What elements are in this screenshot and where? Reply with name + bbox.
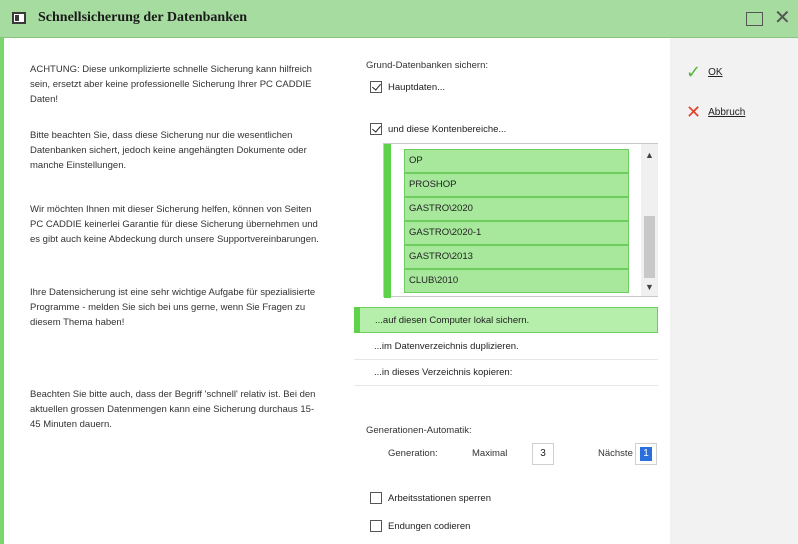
next-generation-value: 1 — [640, 447, 652, 461]
cancel-button[interactable]: ✕ Abbruch — [686, 102, 745, 123]
close-icon[interactable]: ✕ — [774, 7, 794, 27]
ok-button[interactable]: ✓ OK — [686, 62, 723, 83]
encode-extensions-checkbox[interactable] — [370, 520, 382, 532]
window-title: Schnellsicherung der Datenbanken — [38, 10, 247, 25]
cancel-icon: ✕ — [686, 102, 702, 123]
scroll-up-icon[interactable]: ▲ — [645, 150, 654, 160]
area-item-club-2010[interactable]: CLUB\2010 — [404, 269, 629, 293]
dest-duplicate[interactable]: ...im Datenverzeichnis duplizieren. — [354, 334, 658, 360]
kontenbereiche-checkbox[interactable] — [370, 123, 382, 135]
area-item-gastro-2013[interactable]: GASTRO\2013 — [404, 245, 629, 269]
generations-heading: Generationen-Automatik: — [366, 425, 472, 436]
info-scope: Bitte beachten Sie, dass diese Sicherung… — [30, 130, 307, 171]
hauptdaten-label: Hauptdaten... — [388, 81, 446, 93]
accent-bar — [0, 38, 4, 544]
info-warning: ACHTUNG: Diese unkomplizierte schnelle S… — [30, 64, 312, 105]
area-item-gastro-2020-1[interactable]: GASTRO\2020-1 — [404, 221, 629, 245]
area-item-gastro-2020[interactable]: GASTRO\2020 — [404, 197, 629, 221]
maximize-icon[interactable] — [744, 9, 764, 27]
encode-extensions-row[interactable]: Endungen codieren — [370, 520, 470, 532]
dest-local[interactable]: ...auf diesen Computer lokal sichern. — [354, 307, 658, 333]
window-icon — [12, 12, 26, 24]
area-item-proshop[interactable]: PROSHOP — [404, 173, 629, 197]
list-selection-marker — [384, 144, 391, 298]
next-generation-field[interactable]: 1 — [635, 443, 657, 465]
title-bar[interactable]: Schnellsicherung der Datenbanken ✕ — [0, 0, 798, 38]
lock-workstations-checkbox[interactable] — [370, 492, 382, 504]
ok-label: OK — [708, 67, 723, 78]
backup-dialog: Schnellsicherung der Datenbanken ✕ ACHTU… — [0, 0, 798, 544]
dest-copy[interactable]: ...in dieses Verzeichnis kopieren: — [354, 360, 658, 386]
hauptdaten-checkbox-row[interactable]: Hauptdaten... — [370, 81, 445, 93]
list-scrollbar[interactable]: ▲ ▼ — [641, 144, 658, 296]
info-importance: Ihre Datensicherung ist eine sehr wichti… — [30, 287, 316, 328]
area-item-op[interactable]: OP — [404, 149, 629, 173]
action-panel: ✓ OK ✕ Abbruch — [670, 38, 798, 544]
check-icon: ✓ — [686, 62, 702, 83]
kontenbereiche-label: und diese Kontenbereiche... — [388, 123, 507, 135]
encode-extensions-label: Endungen codieren — [388, 520, 471, 532]
next-label: Nächste — [598, 448, 633, 459]
dest-selection-marker — [354, 307, 360, 333]
info-duration: Beachten Sie bitte auch, dass der Begrif… — [30, 389, 316, 430]
info-guarantee: Wir möchten Ihnen mit dieser Sicherung h… — [30, 204, 319, 245]
max-generation-field[interactable]: 3 — [532, 443, 554, 465]
kontenbereiche-checkbox-row[interactable]: und diese Kontenbereiche... — [370, 123, 506, 135]
lock-workstations-row[interactable]: Arbeitsstationen sperren — [370, 492, 491, 504]
lock-workstations-label: Arbeitsstationen sperren — [388, 492, 491, 504]
hauptdaten-checkbox[interactable] — [370, 81, 382, 93]
scroll-down-icon[interactable]: ▼ — [645, 282, 654, 292]
backup-heading: Grund-Datenbanken sichern: — [366, 60, 488, 71]
generation-label: Generation: — [388, 448, 438, 459]
area-listbox[interactable]: OP PROSHOP GASTRO\2020 GASTRO\2020-1 GAS… — [383, 143, 658, 298]
scroll-thumb[interactable] — [644, 216, 655, 278]
max-label: Maximal — [472, 448, 508, 459]
cancel-label: Abbruch — [708, 107, 746, 118]
